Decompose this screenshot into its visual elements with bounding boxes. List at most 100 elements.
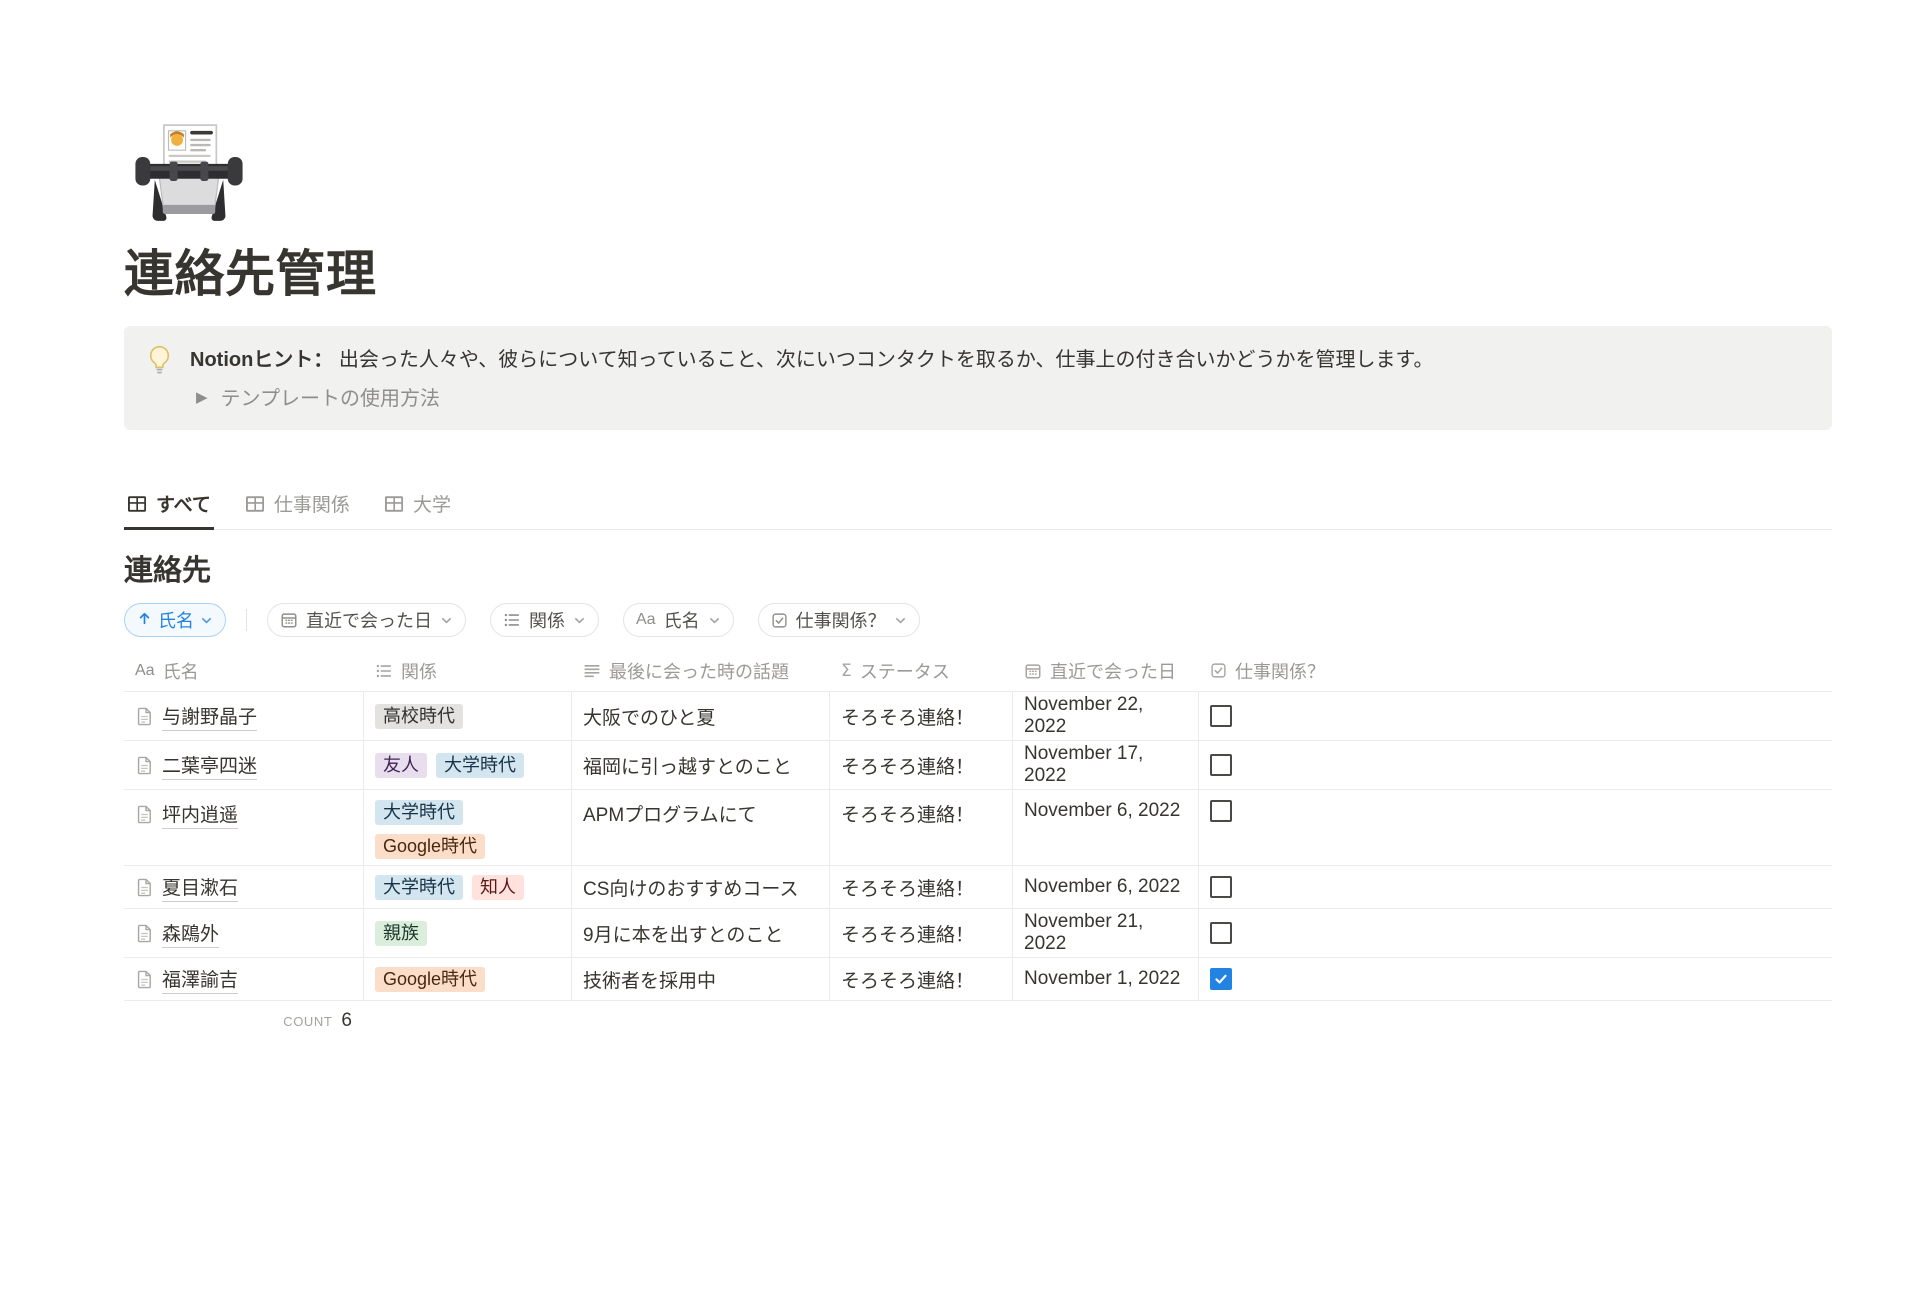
count-label: COUNT <box>283 1014 332 1029</box>
page-emoji-card-index-icon[interactable] <box>132 116 246 230</box>
list-icon <box>503 611 521 629</box>
work-relation-checkbox[interactable] <box>1210 922 1232 944</box>
status-cell[interactable]: そろそろ連絡！ <box>830 866 1013 908</box>
table-row: 夏目漱石 大学時代 知人 CS向けのおすすめコース そろそろ連絡！ Novemb… <box>124 866 1832 909</box>
filter-chip-relation[interactable]: 関係 <box>490 603 599 637</box>
work-relation-checkbox[interactable] <box>1210 705 1232 727</box>
column-label: 最後に会った時の話題 <box>609 658 789 684</box>
chevron-down-icon <box>440 614 453 627</box>
text-icon: Aa <box>135 662 155 680</box>
chevron-down-icon <box>200 614 213 627</box>
column-header-last-met-date[interactable]: 直近で会った日 <box>1013 650 1199 691</box>
work-relation-cell <box>1199 790 1832 865</box>
tab-daigaku[interactable]: 大学 <box>381 490 454 530</box>
card-index-icon <box>132 116 246 230</box>
relation-cell[interactable]: Google時代 <box>364 958 572 1000</box>
name-cell[interactable]: 福澤諭吉 <box>124 958 364 1000</box>
column-header-work-relation[interactable]: 仕事関係？ <box>1199 650 1832 691</box>
status-cell[interactable]: そろそろ連絡！ <box>830 692 1013 740</box>
page-title[interactable]: 連絡先管理 <box>124 244 1832 304</box>
page-document-icon <box>135 924 154 943</box>
table-view-icon <box>384 494 404 514</box>
toggle-triangle-icon: ▶ <box>196 388 208 406</box>
tab-subete[interactable]: すべて <box>124 490 214 530</box>
hint-callout: Notionヒント： 出会った人々や、彼らについて知っていること、次にいつコンタ… <box>124 326 1832 430</box>
topic-cell[interactable]: APMプログラムにて <box>572 790 830 865</box>
filter-chip-name[interactable]: Aa 氏名 <box>623 603 734 637</box>
status-cell[interactable]: そろそろ連絡！ <box>830 790 1013 865</box>
database-title[interactable]: 連絡先 <box>124 547 1832 589</box>
sort-chip-name[interactable]: 氏名 <box>124 603 226 637</box>
table-row: 坪内逍遥 大学時代 Google時代 APMプログラムにて そろそろ連絡！ No… <box>124 790 1832 866</box>
column-header-topic[interactable]: 最後に会った時の話題 <box>572 650 830 691</box>
filter-chip-work-relation[interactable]: 仕事関係？ <box>758 603 920 637</box>
chevron-down-icon <box>894 614 907 627</box>
topic-cell[interactable]: CS向けのおすすめコース <box>572 866 830 908</box>
relation-cell[interactable]: 大学時代 Google時代 <box>364 790 572 865</box>
name-cell[interactable]: 二葉亭四迷 <box>124 741 364 789</box>
align-left-icon <box>583 662 601 680</box>
name-cell[interactable]: 夏目漱石 <box>124 866 364 908</box>
template-usage-toggle[interactable]: ▶ テンプレートの使用方法 <box>190 382 1810 411</box>
contact-name[interactable]: 坪内逍遥 <box>162 800 238 829</box>
date-cell[interactable]: November 1, 2022 <box>1013 958 1199 1000</box>
callout-body-text: 出会った人々や、彼らについて知っていること、次にいつコンタクトを取るか、仕事上の… <box>339 349 1434 371</box>
work-relation-cell <box>1199 866 1832 908</box>
status-cell[interactable]: そろそろ連絡！ <box>830 958 1013 1000</box>
date-cell[interactable]: November 22, 2022 <box>1013 692 1199 740</box>
relation-cell[interactable]: 高校時代 <box>364 692 572 740</box>
contact-name[interactable]: 福澤諭吉 <box>162 965 238 994</box>
date-cell[interactable]: November 21, 2022 <box>1013 909 1199 957</box>
name-cell[interactable]: 坪内逍遥 <box>124 790 364 865</box>
callout-text[interactable]: Notionヒント： 出会った人々や、彼らについて知っていること、次にいつコンタ… <box>190 345 1810 375</box>
page-document-icon <box>135 707 154 726</box>
date-cell[interactable]: November 17, 2022 <box>1013 741 1199 789</box>
table-row: 森鴎外 親族 9月に本を出すとのこと そろそろ連絡！ November 21, … <box>124 909 1832 958</box>
tab-shigoto-kankei[interactable]: 仕事関係 <box>242 490 353 530</box>
work-relation-checkbox[interactable] <box>1210 800 1232 822</box>
contact-name[interactable]: 森鴎外 <box>162 919 219 948</box>
tab-label: すべて <box>156 490 211 517</box>
relation-tag: Google時代 <box>375 834 485 859</box>
column-header-relation[interactable]: 関係 <box>364 650 572 691</box>
contact-name[interactable]: 夏目漱石 <box>162 873 238 902</box>
name-cell[interactable]: 与謝野晶子 <box>124 692 364 740</box>
relation-tag: 高校時代 <box>375 704 463 729</box>
relation-tag: 大学時代 <box>375 800 463 825</box>
topic-cell[interactable]: 大阪でのひと夏 <box>572 692 830 740</box>
view-tabs: すべて 仕事関係 大学 <box>124 490 1832 530</box>
work-relation-checkbox[interactable] <box>1210 968 1232 990</box>
table-footer[interactable]: COUNT 6 <box>124 1001 364 1041</box>
relation-tag: 大学時代 <box>436 753 524 778</box>
notion-page: 連絡先管理 Notionヒント： 出会った人々や、彼らについて知っていること、次… <box>124 116 1832 1041</box>
topic-cell[interactable]: 技術者を採用中 <box>572 958 830 1000</box>
column-header-name[interactable]: Aa 氏名 <box>124 650 364 691</box>
count-value: 6 <box>341 1010 352 1032</box>
tab-label: 大学 <box>413 490 451 517</box>
light-bulb-icon <box>146 345 173 380</box>
topic-cell[interactable]: 福岡に引っ越すとのこと <box>572 741 830 789</box>
name-cell[interactable]: 森鴎外 <box>124 909 364 957</box>
contact-name[interactable]: 与謝野晶子 <box>162 702 257 731</box>
date-cell[interactable]: November 6, 2022 <box>1013 866 1199 908</box>
filter-chip-label: 直近で会った日 <box>306 607 432 633</box>
status-cell[interactable]: そろそろ連絡！ <box>830 741 1013 789</box>
column-label: 直近で会った日 <box>1050 658 1176 684</box>
status-cell[interactable]: そろそろ連絡！ <box>830 909 1013 957</box>
contact-name[interactable]: 二葉亭四迷 <box>162 751 257 780</box>
relation-tag: 親族 <box>375 921 427 946</box>
column-label: 関係 <box>401 658 437 684</box>
date-cell[interactable]: November 6, 2022 <box>1013 790 1199 865</box>
work-relation-cell <box>1199 909 1832 957</box>
column-header-status[interactable]: Σ ステータス <box>830 650 1013 691</box>
relation-cell[interactable]: 親族 <box>364 909 572 957</box>
topic-cell[interactable]: 9月に本を出すとのこと <box>572 909 830 957</box>
relation-cell[interactable]: 大学時代 知人 <box>364 866 572 908</box>
table-row: 二葉亭四迷 友人 大学時代 福岡に引っ越すとのこと そろそろ連絡！ Novemb… <box>124 741 1832 790</box>
callout-bold-label: Notionヒント： <box>190 349 333 371</box>
relation-tag: 知人 <box>472 875 524 900</box>
work-relation-checkbox[interactable] <box>1210 876 1232 898</box>
filter-chip-last-met-date[interactable]: 直近で会った日 <box>267 603 466 637</box>
relation-cell[interactable]: 友人 大学時代 <box>364 741 572 789</box>
work-relation-checkbox[interactable] <box>1210 754 1232 776</box>
